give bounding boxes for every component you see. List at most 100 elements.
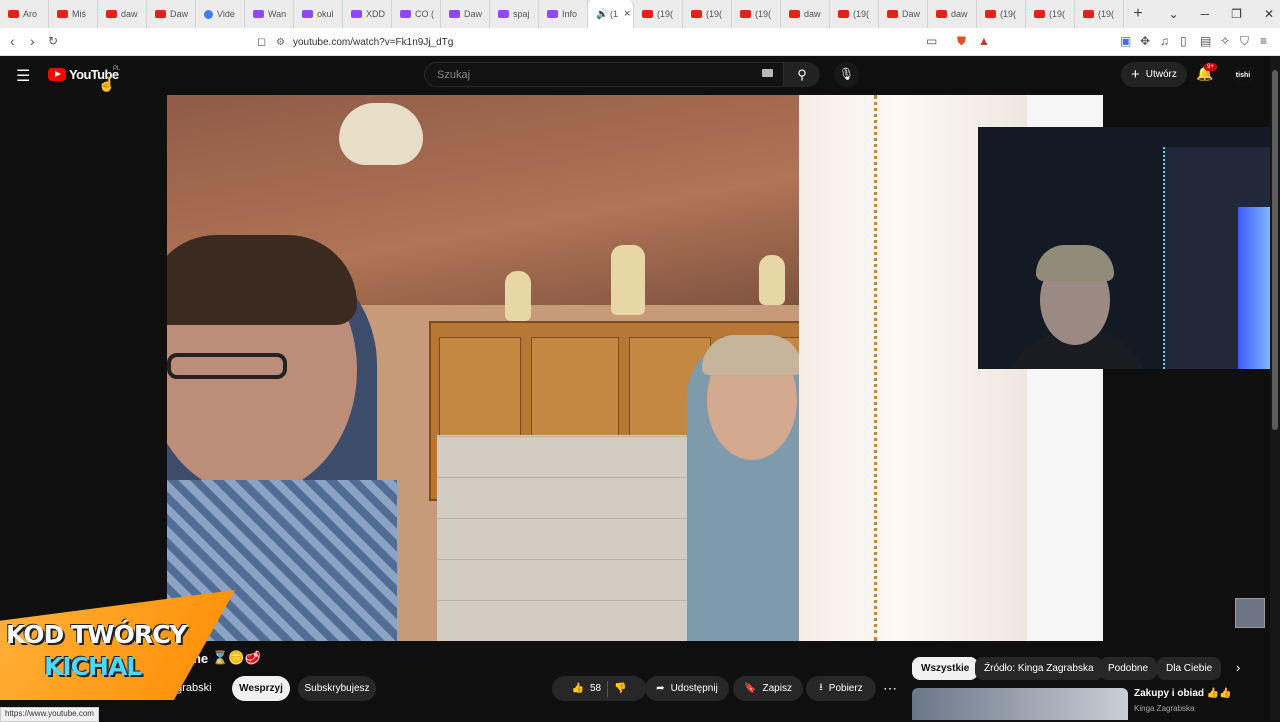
youtube-favicon-icon <box>1083 10 1094 18</box>
cast-icon[interactable]: ▭ <box>926 34 937 48</box>
brave-shield-icon[interactable]: ⛊ <box>957 34 966 49</box>
hamburger-menu-icon[interactable]: ☰ <box>16 66 30 86</box>
browser-tab-label: Vide <box>217 9 235 19</box>
download-button[interactable]: ⭳ Pobierz <box>806 676 876 701</box>
search-button[interactable]: ⚲ <box>784 62 820 87</box>
support-button[interactable]: Wesprzyj <box>232 676 290 701</box>
avatar[interactable]: tishi <box>1232 65 1254 87</box>
chip-source[interactable]: Źródło: Kinga Zagrabska <box>975 657 1103 680</box>
browser-tab[interactable]: daw <box>928 0 977 28</box>
youtube-favicon-icon <box>57 10 68 18</box>
keyboard-icon[interactable] <box>762 69 773 77</box>
vpn-icon[interactable]: ⛉ <box>1240 34 1249 49</box>
url-field[interactable]: ⚙ youtube.com/watch?v=Fk1n9Jj_dTg <box>276 32 996 52</box>
browser-tab[interactable]: Daw <box>147 0 196 28</box>
browser-tab[interactable]: daw <box>98 0 147 28</box>
scene-vase <box>505 271 531 321</box>
url-text: youtube.com/watch?v=Fk1n9Jj_dTg <box>292 36 454 48</box>
browser-tab-label: Daw <box>170 9 189 19</box>
tab-search-icon[interactable]: ⌄ <box>1169 7 1179 21</box>
like-icon[interactable]: 👍 <box>571 683 583 694</box>
browser-menu-icon[interactable]: ≡ <box>1260 34 1267 48</box>
browser-tab[interactable]: okul <box>294 0 343 28</box>
browser-tab[interactable]: Vide <box>196 0 245 28</box>
browser-tab-strip: Aro Miś daw Daw Vide Wan okul XDD CO (Daw spaj Inf… <box>0 0 1280 28</box>
chevron-right-icon[interactable]: › <box>1236 660 1240 675</box>
browser-tab-label: (1 <box>610 9 619 19</box>
subscribed-button[interactable]: Subskrybujesz <box>298 676 376 701</box>
back-icon[interactable]: ‹ <box>10 33 15 49</box>
save-button[interactable]: 🔖 Zapisz <box>733 676 803 701</box>
browser-tab-label: (19( <box>853 9 870 19</box>
chip-for-you[interactable]: Dla Ciebie <box>1157 657 1222 680</box>
video-player[interactable] <box>167 95 1103 641</box>
reload-icon[interactable]: ↻ <box>48 34 58 48</box>
leo-icon[interactable]: ✧ <box>1220 34 1230 48</box>
browser-tab-label: CO ( <box>415 9 434 19</box>
sidebar-icon[interactable]: ▯ <box>1180 34 1187 48</box>
dislike-icon[interactable]: 👎 <box>614 683 626 694</box>
minimize-icon[interactable]: ─ <box>1201 7 1210 21</box>
wallet-icon[interactable]: ▤ <box>1200 34 1211 48</box>
more-actions-button[interactable]: ⋯ <box>880 676 900 701</box>
browser-tab[interactable]: spaj <box>490 0 539 28</box>
browser-tab[interactable]: Info <box>539 0 588 28</box>
browser-tab[interactable]: (19( <box>1075 0 1124 28</box>
bookmark-icon[interactable]: ◻ <box>257 35 266 48</box>
scene-vase <box>759 255 785 305</box>
recommendation-thumbnail[interactable] <box>912 688 1128 720</box>
music-icon[interactable]: ♫ <box>1160 34 1169 48</box>
chip-all[interactable]: Wszystkie <box>912 657 979 680</box>
browser-tab[interactable]: Daw <box>441 0 490 28</box>
more-icon: ⋯ <box>883 680 897 696</box>
scrollbar-thumb[interactable] <box>1272 70 1278 430</box>
browser-tab[interactable]: daw <box>781 0 830 28</box>
browser-tab[interactable]: (19( <box>1026 0 1075 28</box>
twitch-favicon-icon <box>400 10 411 18</box>
youtube-play-icon <box>48 68 66 81</box>
browser-tab[interactable]: Aro <box>0 0 49 28</box>
rewards-icon[interactable]: ▲ <box>978 34 990 48</box>
browser-tab-label: (19( <box>706 9 723 19</box>
browser-tab[interactable]: (19( <box>830 0 879 28</box>
new-tab-button[interactable]: + <box>1124 5 1152 23</box>
browser-tab[interactable]: (19( <box>977 0 1026 28</box>
search-input[interactable] <box>435 68 739 82</box>
browser-tab[interactable]: CO ( <box>392 0 441 28</box>
share-button[interactable]: ➦ Udostępnij <box>645 676 729 701</box>
browser-tab-label: XDD <box>366 9 386 19</box>
youtube-favicon-icon <box>740 10 751 18</box>
voice-search-button[interactable]: 🎙 <box>834 62 859 87</box>
like-count[interactable]: 58 <box>590 683 601 694</box>
browser-tab[interactable]: (19( <box>683 0 732 28</box>
recommendation-title[interactable]: Zakupy i obiad 👍👍 <box>1134 688 1232 699</box>
create-button[interactable]: + Utwórz <box>1121 62 1187 87</box>
twitch-favicon-icon <box>498 10 509 18</box>
youtube-favicon-icon <box>936 10 947 18</box>
close-window-icon[interactable]: ✕ <box>1264 7 1274 21</box>
browser-tab[interactable]: (19( <box>732 0 781 28</box>
site-info-icon[interactable]: ⚙ <box>276 37 285 48</box>
like-divider <box>607 680 609 697</box>
scrollbar[interactable] <box>1270 56 1280 720</box>
restore-icon[interactable]: ❐ <box>1231 7 1242 21</box>
browser-tab[interactable]: Wan <box>245 0 294 28</box>
browser-tab-label: Daw <box>902 9 921 19</box>
extensions-icon[interactable]: ✥ <box>1140 34 1150 48</box>
chip-related[interactable]: Podobne <box>1099 657 1158 680</box>
scene-man-hair <box>167 235 357 325</box>
channel-watermark[interactable] <box>1235 598 1265 628</box>
browser-tab[interactable]: Daw <box>879 0 928 28</box>
browser-tab[interactable]: Miś <box>49 0 98 28</box>
browser-tab-active[interactable]: 🔊 (1 × <box>588 0 634 28</box>
creator-code-overlay: KOD TWÓRCY KICHAL <box>0 590 235 700</box>
browser-tab-label: daw <box>804 9 821 19</box>
scene-lamp <box>339 103 423 165</box>
browser-tab[interactable]: (19( <box>634 0 683 28</box>
close-tab-icon[interactable]: × <box>624 8 630 20</box>
forward-icon[interactable]: › <box>30 33 35 49</box>
translate-icon[interactable]: ▣ <box>1120 34 1131 48</box>
recommendation-channel[interactable]: Kinga Zagrabska <box>1134 704 1194 713</box>
microphone-icon: 🎙 <box>838 67 855 81</box>
browser-tab[interactable]: XDD <box>343 0 392 28</box>
